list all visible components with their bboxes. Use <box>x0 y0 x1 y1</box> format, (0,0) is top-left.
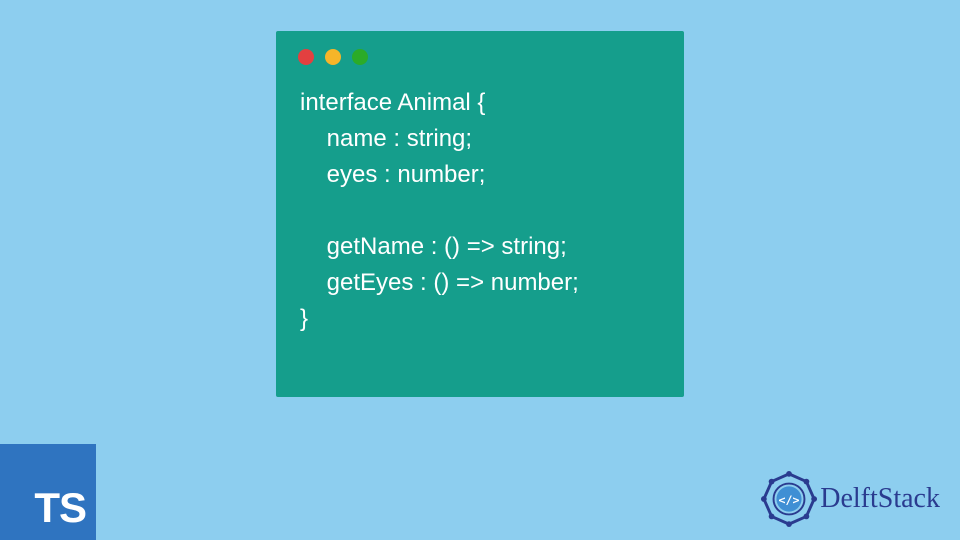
code-line: interface Animal { <box>300 89 485 116</box>
window-controls <box>276 31 684 65</box>
typescript-logo-text: TS <box>34 484 86 532</box>
code-line: name : string; <box>300 125 472 152</box>
svg-text:</>: </> <box>779 493 800 507</box>
code-line: getName : () => string; <box>300 233 567 260</box>
delftstack-text: DelftStack <box>820 483 940 515</box>
code-content: interface Animal { name : string; eyes :… <box>276 65 684 337</box>
code-line: } <box>300 305 308 332</box>
code-line: getEyes : () => number; <box>300 269 579 296</box>
code-line: eyes : number; <box>300 161 485 188</box>
minimize-icon <box>325 49 341 65</box>
close-icon <box>298 49 314 65</box>
delftstack-logo: </> DelftStack <box>760 470 940 528</box>
code-window: interface Animal { name : string; eyes :… <box>276 31 684 397</box>
maximize-icon <box>352 49 368 65</box>
delftstack-icon: </> <box>760 470 818 528</box>
typescript-logo: TS <box>0 444 96 540</box>
